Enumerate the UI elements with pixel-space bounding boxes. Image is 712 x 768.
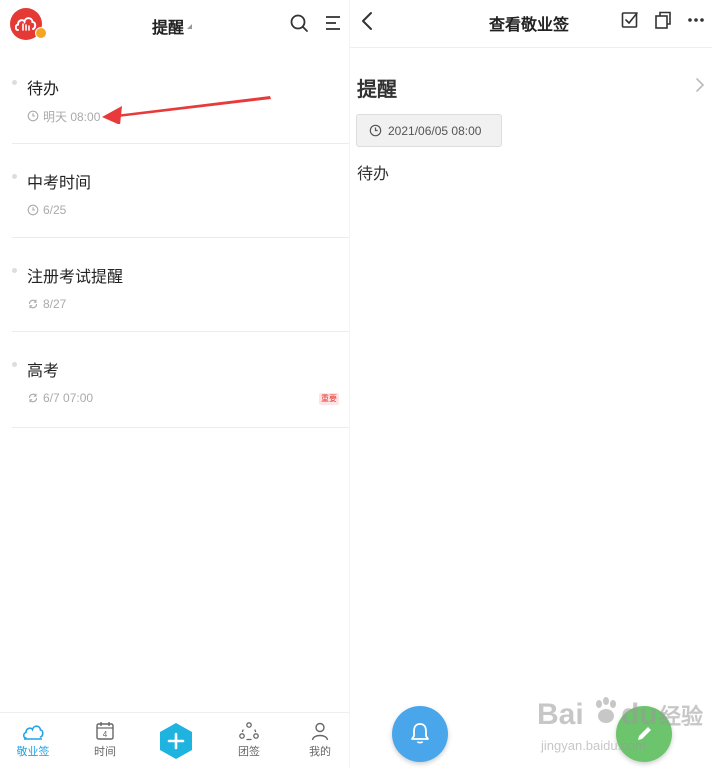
svg-text:du: du xyxy=(621,698,658,731)
person-icon xyxy=(311,722,329,741)
baidu-jingyan-watermark: Bai du 经验 jingyan.baidu.com xyxy=(537,697,703,753)
bullet-dot xyxy=(12,268,17,273)
note-detail-panel: 查看敬业签 提醒 2021/06/05 08:00 待办 Bai du 经验 j… xyxy=(350,0,712,768)
copy-icon[interactable] xyxy=(653,10,673,30)
bullet-dot xyxy=(12,80,17,85)
menu-icon[interactable] xyxy=(322,12,344,34)
repeat-icon xyxy=(28,393,38,403)
reminder-time-chip[interactable]: 2021/06/05 08:00 xyxy=(356,114,502,147)
search-icon[interactable] xyxy=(288,12,310,34)
item-time-text: 6/25 xyxy=(43,203,67,217)
tab-jingyeqian[interactable]: 敬业签 xyxy=(8,721,58,759)
clock-icon xyxy=(27,204,39,216)
svg-text:经验: 经验 xyxy=(659,704,703,730)
annotation-arrow-icon xyxy=(102,96,271,124)
reminder-bell-button[interactable] xyxy=(392,706,448,762)
add-button[interactable] xyxy=(158,722,194,760)
list-item[interactable]: 中考时间 6/25 xyxy=(12,144,349,238)
cloud-logo-icon xyxy=(15,17,37,31)
tab-mine[interactable]: 我的 xyxy=(295,721,345,759)
calendar-icon: 4 xyxy=(96,722,114,740)
svg-text:jingyan.baidu.com: jingyan.baidu.com xyxy=(540,738,646,753)
list-item[interactable]: 注册考试提醒 8/27 xyxy=(12,238,349,332)
item-title: 高考 xyxy=(27,363,60,380)
chevron-right-icon[interactable] xyxy=(694,76,706,94)
item-time: 8/27 xyxy=(27,297,66,311)
vip-badge-icon xyxy=(35,27,47,39)
item-time: 明天 08:00 xyxy=(27,109,101,124)
tab-group[interactable]: 团签 xyxy=(224,721,274,759)
item-time: 6/7 07:00 xyxy=(27,391,93,405)
item-time-text: 明天 08:00 xyxy=(43,109,101,124)
checkbox-edit-icon[interactable] xyxy=(620,10,640,30)
tab-label: 团签 xyxy=(238,746,260,758)
item-time-text: 8/27 xyxy=(43,297,67,311)
tab-label: 敬业签 xyxy=(16,746,50,758)
tab-label: 我的 xyxy=(309,746,331,758)
item-title: 注册考试提醒 xyxy=(27,269,124,286)
bell-icon xyxy=(411,723,429,744)
item-title: 中考时间 xyxy=(27,175,92,192)
clock-icon xyxy=(369,124,382,137)
list-item[interactable]: 高考 6/7 07:00 重要 xyxy=(12,332,349,428)
note-body: 待办 xyxy=(357,166,390,183)
reminder-list-panel: 提醒 待办 明天 08:00 中考时间 6/25 注册考试提醒 8/27 高考 … xyxy=(0,0,349,768)
reminder-datetime: 2021/06/05 08:00 xyxy=(388,123,482,138)
item-time-text: 6/7 07:00 xyxy=(43,391,94,405)
repeat-icon xyxy=(28,299,38,309)
detail-title: 查看敬业签 xyxy=(489,17,570,34)
detail-header: 查看敬业签 xyxy=(350,0,712,48)
back-arrow-icon[interactable] xyxy=(358,10,378,32)
bullet-dot xyxy=(12,174,17,179)
svg-text:Bai: Bai xyxy=(537,698,584,731)
tab-time[interactable]: 4 时间 xyxy=(80,721,130,759)
bullet-dot xyxy=(12,362,17,367)
cloud-icon xyxy=(22,725,44,740)
important-tag: 重要 xyxy=(319,393,339,405)
item-time: 6/25 xyxy=(27,203,66,217)
group-icon xyxy=(239,722,259,741)
list-header: 提醒 xyxy=(0,0,349,48)
tab-label: 时间 xyxy=(94,746,116,758)
more-icon[interactable] xyxy=(686,10,706,30)
calendar-day: 4 xyxy=(103,730,108,739)
dropdown-caret-icon[interactable] xyxy=(187,24,192,29)
clock-icon xyxy=(27,110,39,122)
list-title[interactable]: 提醒 xyxy=(152,14,184,38)
item-title: 待办 xyxy=(27,81,60,98)
note-heading: 提醒 xyxy=(357,79,397,101)
